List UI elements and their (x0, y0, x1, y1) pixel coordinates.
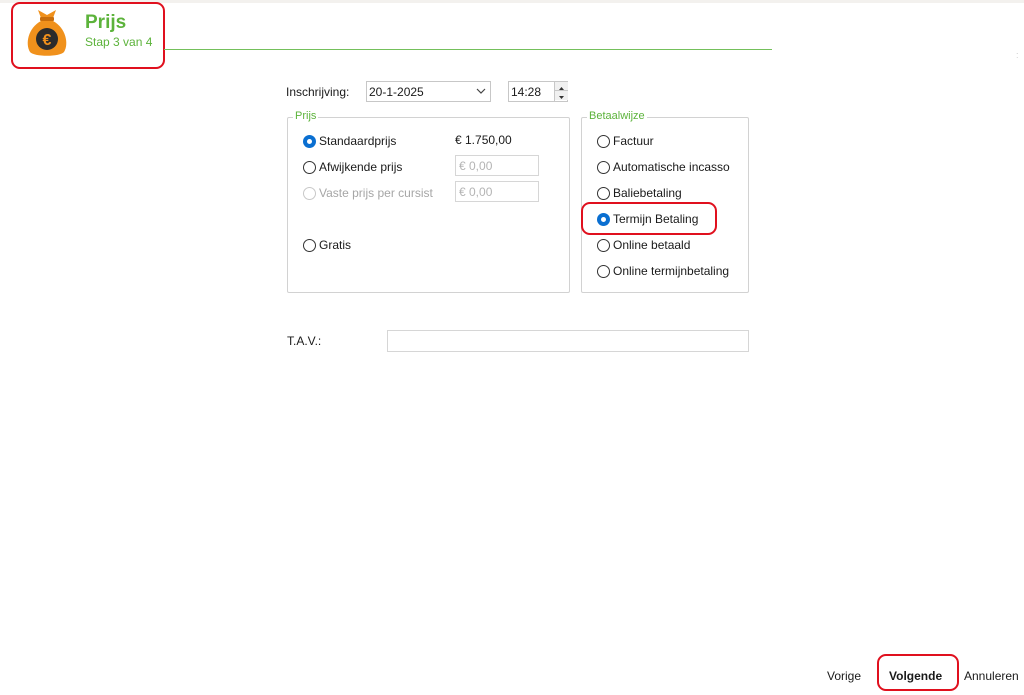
time-field[interactable]: 14:28 (508, 81, 568, 102)
radio-standaardprijs[interactable] (303, 135, 316, 148)
vorige-button[interactable]: Vorige (827, 669, 861, 683)
standaardprijs-value: € 1.750,00 (455, 133, 512, 147)
radio-online-termijnbetaling[interactable] (597, 265, 610, 278)
tav-label: T.A.V.: (287, 334, 322, 348)
baliebetaling-label[interactable]: Baliebetaling (613, 186, 682, 200)
radio-vaste-prijs[interactable] (303, 187, 316, 200)
radio-termijn-betaling[interactable] (597, 213, 610, 226)
arrow-down-icon (559, 96, 564, 99)
chevron-down-icon[interactable] (475, 85, 487, 97)
factuur-label[interactable]: Factuur (613, 134, 654, 148)
annuleren-button[interactable]: Annuleren (964, 669, 1019, 683)
date-picker[interactable]: 20-1-2025 (366, 81, 491, 102)
time-spinner[interactable] (554, 82, 568, 101)
inschrijving-label: Inschrijving: (286, 85, 350, 99)
time-value: 14:28 (511, 85, 542, 99)
online-termijnbetaling-label[interactable]: Online termijnbetaling (613, 264, 729, 278)
radio-automatische-incasso[interactable] (597, 161, 610, 174)
standaardprijs-label[interactable]: Standaardprijs (319, 134, 396, 148)
radio-gratis[interactable] (303, 239, 316, 252)
automatische-incasso-label[interactable]: Automatische incasso (613, 160, 730, 174)
radio-baliebetaling[interactable] (597, 187, 610, 200)
afwijkende-prijs-label[interactable]: Afwijkende prijs (319, 160, 402, 174)
betaalwijze-legend: Betaalwijze (587, 110, 647, 122)
termijn-betaling-label[interactable]: Termijn Betaling (613, 212, 698, 226)
step-indicator: Stap 3 van 4 (85, 35, 153, 49)
prijs-legend: Prijs (293, 110, 319, 122)
spin-up-button[interactable] (555, 82, 568, 91)
online-betaald-label[interactable]: Online betaald (613, 238, 690, 252)
radio-afwijkende-prijs[interactable] (303, 161, 316, 174)
money-bag-euro-icon: € (27, 10, 67, 56)
afwijkende-prijs-input[interactable]: € 0,00 (455, 155, 539, 176)
afwijkende-prijs-placeholder: € 0,00 (459, 159, 493, 173)
volgende-button[interactable]: Volgende (889, 669, 942, 683)
corner-mark: : (1016, 50, 1019, 60)
vaste-prijs-input[interactable]: € 0,00 (455, 181, 539, 202)
header-divider (164, 49, 772, 50)
svg-text:€: € (43, 32, 52, 49)
spin-down-button[interactable] (555, 91, 568, 100)
date-value: 20-1-2025 (369, 85, 424, 99)
vaste-prijs-label: Vaste prijs per cursist (319, 186, 433, 200)
page-title: Prijs (85, 12, 127, 33)
gratis-label[interactable]: Gratis (319, 238, 351, 252)
radio-online-betaald[interactable] (597, 239, 610, 252)
vaste-prijs-placeholder: € 0,00 (459, 185, 493, 199)
tav-input[interactable] (387, 330, 749, 352)
radio-factuur[interactable] (597, 135, 610, 148)
